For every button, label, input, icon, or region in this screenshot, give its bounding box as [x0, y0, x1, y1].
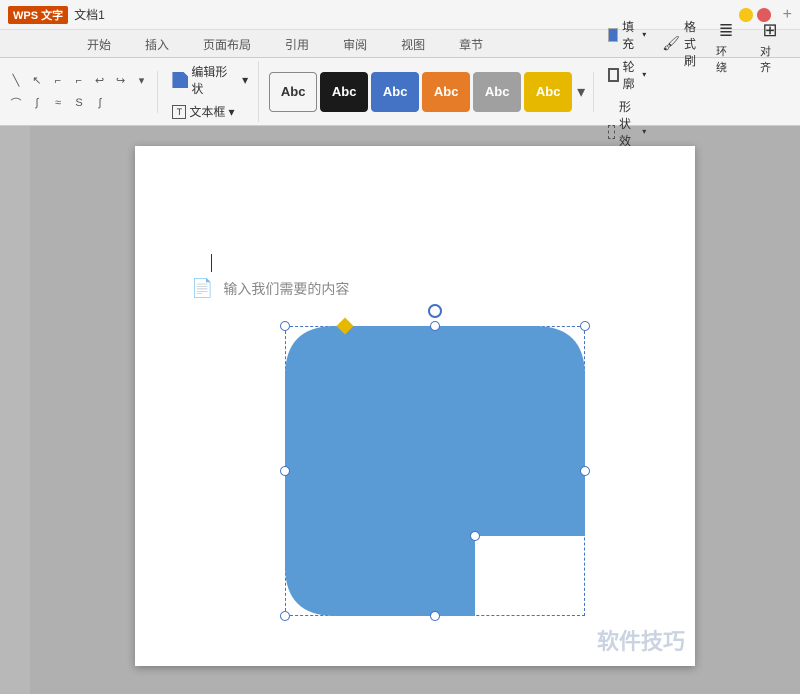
corner-tool[interactable]: ⌐: [69, 71, 89, 91]
rotate-handle[interactable]: [428, 304, 442, 318]
watermark-text: 软件技巧: [597, 624, 685, 656]
style-swatch-gray[interactable]: Abc: [473, 72, 521, 112]
tab-start[interactable]: 开始: [70, 31, 128, 57]
cursor-tool[interactable]: ↖: [27, 71, 47, 91]
doc-file-icon: 📄: [191, 278, 213, 299]
format-brush-icon: 🖌: [662, 35, 680, 52]
wrap-align-group: ≣ 环绕: [708, 16, 744, 79]
curve-tool-1[interactable]: ⌒: [6, 93, 26, 113]
textbox-label: 文本框: [189, 103, 225, 120]
edit-shape-section: 编辑形状 ▾ T 文本框 ▾: [162, 61, 259, 122]
outline-arrow: ▾: [642, 70, 646, 79]
wave-tool[interactable]: ≈: [48, 93, 68, 113]
handle-mid-right[interactable]: [580, 466, 590, 476]
shape-container[interactable]: [285, 326, 585, 616]
arrow-tool[interactable]: ╲: [6, 71, 26, 91]
style-swatches-section: Abc Abc Abc Abc Abc Abc ▾: [263, 72, 594, 112]
format-brush-label: 格式刷: [684, 18, 696, 69]
draw-tools-row-1: ╲ ↖ ⌐ ⌐ ↩ ↪ ▾: [6, 71, 151, 91]
edit-shape-arrow: ▾: [242, 73, 248, 87]
handle-bottom-mid[interactable]: [430, 611, 440, 621]
textbox-arrow: ▾: [228, 105, 234, 119]
wrap-label: 环绕: [716, 43, 736, 75]
handle-top-mid[interactable]: [430, 321, 440, 331]
textbox-icon: T: [172, 105, 186, 119]
align-button[interactable]: ⊞ 对齐: [752, 16, 788, 79]
doc-main[interactable]: 📄 输入我们需要的内容: [30, 126, 800, 694]
undo-tool[interactable]: ↩: [90, 71, 110, 91]
outline-icon: [608, 68, 618, 82]
fill-label: 填充: [622, 18, 638, 52]
textbox-button[interactable]: T 文本框 ▾: [168, 101, 252, 122]
document-page: 📄 输入我们需要的内容: [135, 146, 695, 666]
fill-icon: [608, 28, 618, 42]
align-icon: ⊞: [762, 20, 777, 41]
handle-top-left[interactable]: [280, 321, 290, 331]
document-area: 📄 输入我们需要的内容: [0, 126, 800, 694]
tab-section[interactable]: 章节: [442, 31, 500, 57]
align-label: 对齐: [760, 43, 780, 75]
shape-svg: [285, 326, 585, 616]
handle-mid-left[interactable]: [280, 466, 290, 476]
edit-shape-button[interactable]: 编辑形状 ▾: [168, 61, 252, 99]
tab-insert[interactable]: 插入: [128, 31, 186, 57]
redo-tool[interactable]: ↪: [111, 71, 131, 91]
shape-ribbon: ╲ ↖ ⌐ ⌐ ↩ ↪ ▾ ⌒ ∫ ≈ S ∫ 编辑形状 ▾ T 文本框 ▾: [0, 58, 800, 126]
tab-view[interactable]: 视图: [384, 31, 442, 57]
handle-bottom-left[interactable]: [280, 611, 290, 621]
tab-review[interactable]: 审阅: [326, 31, 384, 57]
tab-reference[interactable]: 引用: [268, 31, 326, 57]
outline-button[interactable]: 轮廓 ▾: [604, 56, 650, 94]
doc-name: 文档1: [74, 6, 105, 23]
curve-tool-2[interactable]: ∫: [27, 93, 47, 113]
text-cursor: [211, 254, 212, 272]
format-brush-button[interactable]: 🖌 格式刷: [658, 16, 700, 71]
style-swatch-yellow[interactable]: Abc: [524, 72, 572, 112]
draw-tools-section: ╲ ↖ ⌐ ⌐ ↩ ↪ ▾ ⌒ ∫ ≈ S ∫: [6, 71, 158, 113]
edit-shape-label: 编辑形状: [191, 63, 239, 97]
style-swatch-black[interactable]: Abc: [320, 72, 368, 112]
bezier-tool[interactable]: ∫: [90, 93, 110, 113]
align-group: ⊞ 对齐: [752, 16, 788, 79]
format-brush-group: 🖌 格式刷: [658, 16, 700, 71]
outline-label: 轮廓: [623, 58, 639, 92]
doc-text-area: 📄 输入我们需要的内容: [191, 278, 349, 299]
doc-placeholder-text: 输入我们需要的内容: [223, 279, 349, 299]
wps-logo: WPS 文字: [8, 6, 68, 24]
handle-inner-corner[interactable]: [470, 531, 480, 541]
wrap-button[interactable]: ≣ 环绕: [708, 16, 744, 79]
handle-top-right[interactable]: [580, 321, 590, 331]
s-curve-tool[interactable]: S: [69, 93, 89, 113]
more-tool[interactable]: ▾: [132, 71, 152, 91]
doc-sidebar: [0, 126, 30, 694]
edit-shape-icon: [172, 72, 188, 88]
draw-tools-row-2: ⌒ ∫ ≈ S ∫: [6, 93, 151, 113]
tab-layout[interactable]: 页面布局: [186, 31, 268, 57]
fill-button[interactable]: 填充 ▾: [604, 16, 650, 54]
l-shape-tool[interactable]: ⌐: [48, 71, 68, 91]
more-swatches-button[interactable]: ▾: [575, 80, 587, 104]
wrap-icon: ≣: [718, 20, 733, 41]
style-swatch-white[interactable]: Abc: [269, 72, 317, 112]
style-swatch-blue[interactable]: Abc: [371, 72, 419, 112]
fill-arrow: ▾: [642, 30, 646, 39]
style-swatch-orange[interactable]: Abc: [422, 72, 470, 112]
